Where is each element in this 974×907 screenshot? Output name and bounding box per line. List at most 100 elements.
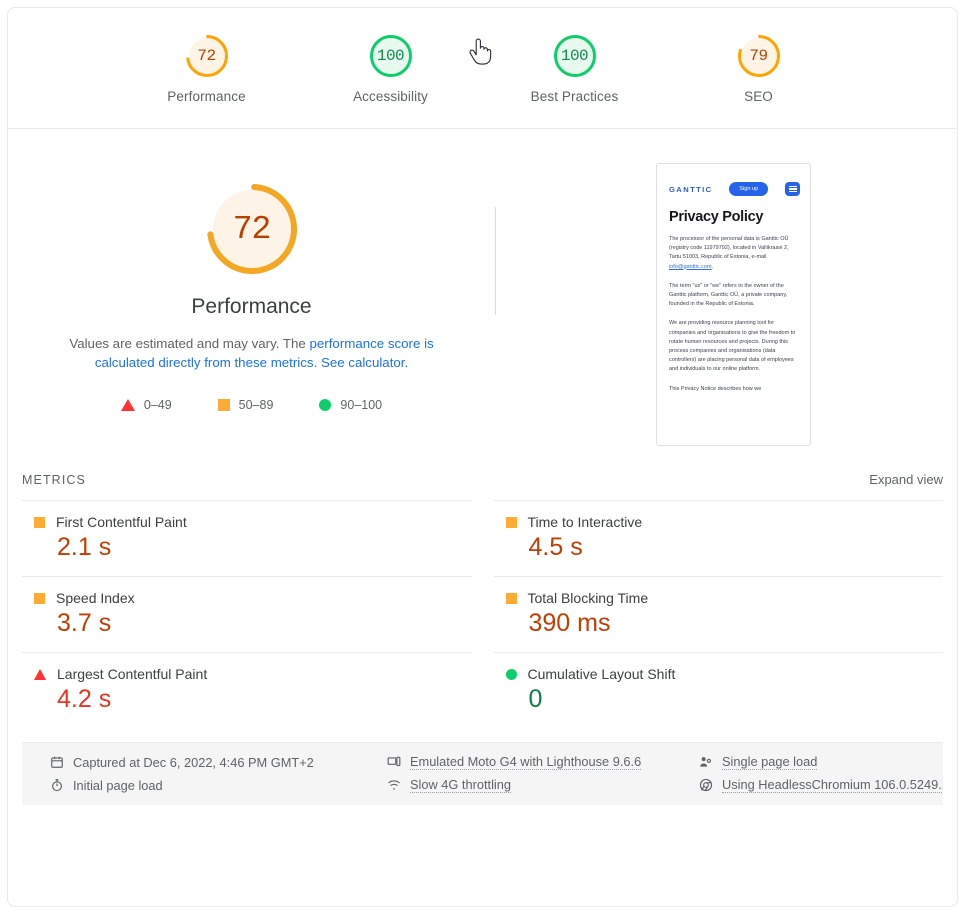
score-gauge-performance[interactable]: 72 Performance xyxy=(147,32,267,104)
triangle-warning-icon xyxy=(34,668,46,680)
gauge-value: 72 xyxy=(232,210,272,248)
metric-item[interactable]: Largest Contentful Paint 4.2 s xyxy=(22,652,472,728)
metric-item[interactable]: Speed Index 3.7 s xyxy=(22,576,472,652)
device-icon xyxy=(387,755,401,769)
legend-label: 90–100 xyxy=(340,398,383,412)
metric-value: 0 xyxy=(528,685,543,713)
thumbnail-topbar: GANTTIC Sign up xyxy=(669,182,800,196)
gauge-accessibility: 100 xyxy=(367,32,415,80)
metric-name: Speed Index xyxy=(56,590,135,606)
gauge-value: 72 xyxy=(197,47,216,65)
metrics-grid: First Contentful Paint 2.1 s Time to Int… xyxy=(22,500,943,728)
square-average-icon xyxy=(34,516,45,528)
score-label: Accessibility xyxy=(353,89,428,104)
category-title: Performance xyxy=(191,295,312,318)
metric-head: Time to Interactive xyxy=(494,514,944,530)
stopwatch-icon xyxy=(50,778,64,792)
metric-item[interactable]: First Contentful Paint 2.1 s xyxy=(22,500,472,576)
calendar-icon xyxy=(50,755,64,769)
thumbnail-content: GANTTIC Sign up Privacy Policy The proce… xyxy=(657,164,810,394)
category-scores-strip: 72 Performance 100 Accessibility 100 Bes… xyxy=(8,8,957,129)
meta-initial-page-load: Initial page load xyxy=(22,777,359,793)
score-gauge-seo[interactable]: 79 SEO xyxy=(699,32,819,104)
performance-summary: 72 Performance Values are estimated and … xyxy=(8,163,495,446)
thumbnail-paragraph: This Privacy Notice describes how we xyxy=(669,385,762,392)
score-gauge-accessibility[interactable]: 100 Accessibility xyxy=(331,32,451,104)
meta-page-load-type[interactable]: Single page load xyxy=(671,754,943,770)
meta-captured-at: Captured at Dec 6, 2022, 4:46 PM GMT+2 xyxy=(22,754,359,770)
thumbnail-paragraph: We are providing resource planning tool … xyxy=(669,320,796,373)
legend-item-average: 50–89 xyxy=(217,398,274,412)
users-icon xyxy=(699,755,713,769)
metric-value: 390 ms xyxy=(528,609,611,637)
gauge-best-practices: 100 xyxy=(551,32,599,80)
meta-text: Initial page load xyxy=(73,777,163,793)
square-average-icon xyxy=(34,592,45,604)
metric-value: 4.2 s xyxy=(57,685,112,713)
metric-name: First Contentful Paint xyxy=(56,514,187,530)
metrics-title: METRICS xyxy=(22,473,86,487)
thumbnail-email-link: info@ganttic.com xyxy=(669,263,712,270)
score-label: SEO xyxy=(744,89,773,104)
ganttic-logo: GANTTIC xyxy=(669,184,713,194)
metric-item[interactable]: Time to Interactive 4.5 s xyxy=(493,500,944,576)
square-average-icon xyxy=(505,516,517,528)
description-text-part2: . xyxy=(313,355,321,370)
pointer-hand-cursor-icon xyxy=(468,37,492,67)
meta-text[interactable]: Using HeadlessChromium 106.0.5249.103 wi… xyxy=(722,777,943,793)
metric-name: Time to Interactive xyxy=(527,514,643,530)
signup-button: Sign up xyxy=(729,182,769,196)
metric-item[interactable]: Cumulative Layout Shift 0 xyxy=(493,652,944,728)
metric-head: Cumulative Layout Shift xyxy=(494,666,944,682)
legend-label: 0–49 xyxy=(143,398,172,412)
score-legend: 0–49 50–89 90–100 xyxy=(120,398,382,412)
chrome-icon xyxy=(699,778,713,792)
metric-head: Speed Index xyxy=(22,590,472,606)
see-calculator-link[interactable]: See calculator. xyxy=(321,355,408,370)
meta-user-agent[interactable]: Using HeadlessChromium 106.0.5249.103 wi… xyxy=(671,777,943,793)
thumbnail-paragraph-text: The processor of the personal data is Ga… xyxy=(669,236,789,261)
metrics-header: METRICS Expand view xyxy=(22,468,943,500)
metrics-section: METRICS Expand view First Contentful Pai… xyxy=(8,468,957,728)
thumbnail-fade-overlay xyxy=(657,429,810,445)
thumbnail-heading: Privacy Policy xyxy=(669,209,764,225)
legend-label: 50–89 xyxy=(238,398,274,412)
meta-text: Captured at Dec 6, 2022, 4:46 PM GMT+2 xyxy=(73,754,314,770)
thumbnail-paragraph: The processor of the personal data is Ga… xyxy=(669,236,789,270)
hamburger-menu-icon xyxy=(785,182,800,196)
description-text-part1: Values are estimated and may vary. The xyxy=(69,336,310,351)
score-gauge-best-practices[interactable]: 100 Best Practices xyxy=(515,32,635,104)
gauge-seo: 79 xyxy=(735,32,783,80)
final-screenshot-area: GANTTIC Sign up Privacy Policy The proce… xyxy=(495,163,957,446)
metric-value: 4.5 s xyxy=(528,533,583,561)
circle-pass-icon xyxy=(505,668,517,680)
gauge-performance-large: 72 xyxy=(204,181,300,277)
square-average-icon xyxy=(217,399,230,411)
metric-head: Total Blocking Time xyxy=(494,590,944,606)
meta-emulated-device[interactable]: Emulated Moto G4 with Lighthouse 9.6.6 xyxy=(359,754,671,770)
metric-name: Cumulative Layout Shift xyxy=(527,666,676,682)
category-description: Values are estimated and may vary. The p… xyxy=(52,334,452,372)
legend-item-pass: 90–100 xyxy=(319,398,382,412)
meta-text[interactable]: Slow 4G throttling xyxy=(410,777,512,793)
metric-item[interactable]: Total Blocking Time 390 ms xyxy=(493,576,944,652)
meta-throttling[interactable]: Slow 4G throttling xyxy=(359,777,671,793)
meta-text[interactable]: Emulated Moto G4 with Lighthouse 9.6.6 xyxy=(410,754,642,770)
metric-head: Largest Contentful Paint xyxy=(22,666,472,682)
gauge-performance: 72 xyxy=(183,32,231,80)
meta-text[interactable]: Single page load xyxy=(722,754,818,770)
page-screenshot-thumbnail[interactable]: GANTTIC Sign up Privacy Policy The proce… xyxy=(656,163,811,446)
gauge-value: 79 xyxy=(749,47,768,65)
metric-head: First Contentful Paint xyxy=(22,514,472,530)
thumbnail-paragraph: The term "us" or "we" refers to the owne… xyxy=(669,282,788,308)
report-metadata-footer: Captured at Dec 6, 2022, 4:46 PM GMT+2 E… xyxy=(22,742,943,805)
score-label: Performance xyxy=(167,89,246,104)
metric-value: 2.1 s xyxy=(57,533,112,561)
triangle-warning-icon xyxy=(120,399,135,411)
performance-category-section: 72 Performance Values are estimated and … xyxy=(8,129,957,468)
metric-name: Largest Contentful Paint xyxy=(57,666,208,682)
square-average-icon xyxy=(505,592,517,604)
expand-view-toggle[interactable]: Expand view xyxy=(869,472,943,487)
network-icon xyxy=(387,778,401,792)
score-label: Best Practices xyxy=(530,89,619,104)
